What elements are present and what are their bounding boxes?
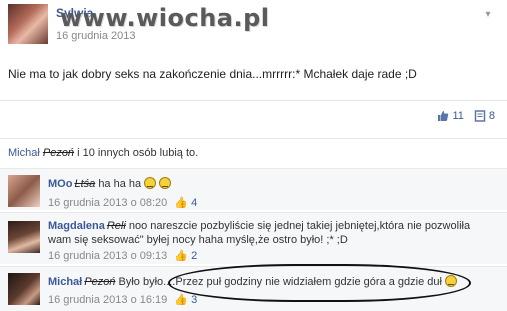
likes-name[interactable]: Michał bbox=[8, 147, 40, 159]
comment-count-value: 8 bbox=[488, 110, 495, 122]
commenter-name[interactable]: Magdalena bbox=[48, 220, 105, 232]
post-action-bar: 11 8 bbox=[0, 98, 507, 138]
comment-like[interactable]: 👍 3 bbox=[174, 294, 197, 306]
comment-like-count: 2 bbox=[191, 250, 198, 262]
comment-item: MOo Ltśa ha ha ha 16 grudnia 2013 o 08:20… bbox=[0, 168, 507, 210]
scribbled-surname: Ltśa bbox=[74, 178, 96, 190]
commenter-name[interactable]: Michał bbox=[48, 276, 82, 288]
comment-text: ha ha ha bbox=[98, 178, 142, 190]
divider bbox=[0, 138, 507, 139]
thumbs-up-icon bbox=[438, 111, 449, 121]
comment-body: MOo Ltśa ha ha ha bbox=[48, 177, 488, 191]
likes-rest: i 10 innych osób lubią to. bbox=[74, 147, 199, 159]
comment-like-count: 3 bbox=[191, 294, 198, 306]
watermark-logo: www.wiocha.pl bbox=[60, 4, 270, 32]
scribbled-surname: Reli bbox=[106, 220, 126, 232]
likes-summary[interactable]: Michał Pezoń i 10 innych osób lubią to. bbox=[8, 147, 198, 159]
comment-meta: 16 grudnia 2013 o 09:13 👍 2 bbox=[48, 249, 197, 262]
highlight-oval bbox=[168, 264, 471, 302]
post-header: Sylwia www.wiocha.pl 16 grudnia 2013 ▾ bbox=[0, 0, 507, 52]
comment-body: Magdalena Reli noo nareszcie pozbyliście … bbox=[48, 219, 488, 247]
commenter-avatar[interactable] bbox=[8, 273, 40, 305]
smiley-icon bbox=[144, 177, 157, 189]
comment-time[interactable]: 16 grudnia 2013 o 09:13 bbox=[48, 250, 167, 262]
post-text: Nie ma to jak dobry seks na zakończenie … bbox=[8, 67, 417, 81]
like-count-value: 11 bbox=[452, 110, 464, 122]
comment-icon bbox=[474, 110, 486, 122]
comment-meta: 16 grudnia 2013 o 16:19 👍 3 bbox=[48, 293, 197, 306]
author-avatar[interactable] bbox=[8, 4, 48, 44]
comment-time[interactable]: 16 grudnia 2013 o 08:20 bbox=[48, 197, 167, 209]
commenter-name[interactable]: MOo bbox=[48, 178, 72, 190]
comment-time[interactable]: 16 grudnia 2013 o 16:19 bbox=[48, 294, 167, 306]
chevron-down-icon[interactable]: ▾ bbox=[481, 8, 495, 22]
comment-like[interactable]: 👍 2 bbox=[174, 250, 197, 262]
smiley-icon bbox=[159, 177, 172, 189]
commenter-avatar[interactable] bbox=[8, 175, 40, 207]
comment-like-count: 4 bbox=[191, 197, 198, 209]
scribbled-surname: Pezoń bbox=[42, 147, 75, 159]
comment-count[interactable]: 8 bbox=[474, 110, 495, 122]
post-counts: 11 8 bbox=[437, 110, 495, 122]
scribbled-surname: Pezoń bbox=[84, 276, 116, 288]
comment-meta: 16 grudnia 2013 o 08:20 👍 4 bbox=[48, 196, 197, 209]
post-timestamp[interactable]: 16 grudnia 2013 bbox=[56, 30, 136, 42]
comment-like[interactable]: 👍 4 bbox=[174, 197, 197, 209]
commenter-avatar[interactable] bbox=[8, 221, 40, 253]
like-count[interactable]: 11 bbox=[437, 110, 464, 122]
comment-item: Magdalena Reli noo nareszcie pozbyliście … bbox=[0, 212, 507, 264]
